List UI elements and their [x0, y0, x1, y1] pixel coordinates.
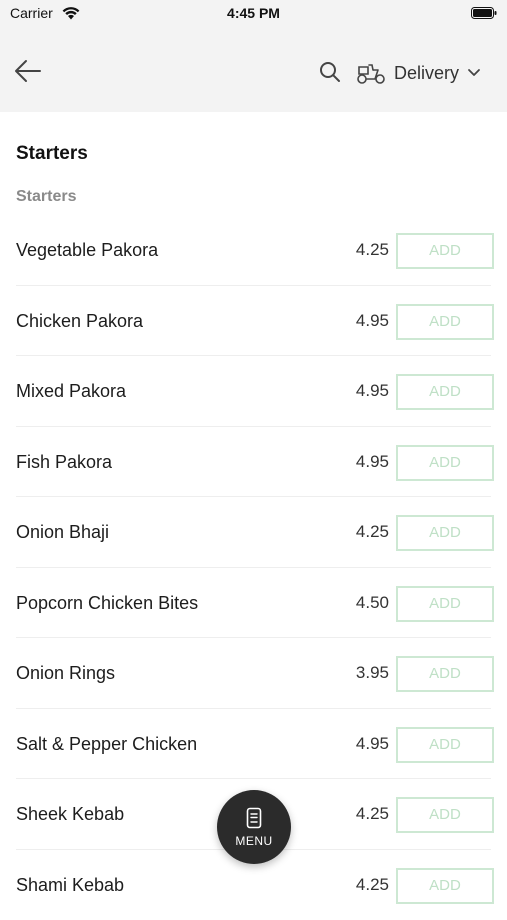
menu-item: Onion Rings 3.95 ADD	[0, 638, 507, 709]
item-price: 4.95	[356, 381, 389, 401]
item-name: Fish Pakora	[16, 452, 112, 473]
menu-item: Onion Bhaji 4.25 ADD	[0, 497, 507, 568]
menu-fab-label: MENU	[217, 834, 291, 848]
add-button[interactable]: ADD	[396, 656, 494, 692]
menu-item: Vegetable Pakora 4.25 ADD	[0, 215, 507, 286]
item-name: Shami Kebab	[16, 875, 124, 896]
menu-item: Salt & Pepper Chicken 4.95 ADD	[0, 709, 507, 780]
item-price: 3.95	[356, 663, 389, 683]
search-icon[interactable]	[318, 60, 342, 84]
menu-fab-button[interactable]: MENU	[217, 790, 291, 864]
chevron-down-icon	[467, 68, 481, 78]
add-button[interactable]: ADD	[396, 515, 494, 551]
item-price: 4.95	[356, 311, 389, 331]
item-name: Popcorn Chicken Bites	[16, 593, 198, 614]
add-button[interactable]: ADD	[396, 727, 494, 763]
item-price: 4.95	[356, 452, 389, 472]
item-name: Vegetable Pakora	[16, 240, 158, 261]
menu-item: Popcorn Chicken Bites 4.50 ADD	[0, 568, 507, 639]
add-button[interactable]: ADD	[396, 374, 494, 410]
item-price: 4.25	[356, 522, 389, 542]
battery-icon	[471, 7, 497, 19]
menu-card-icon	[246, 807, 262, 829]
item-name: Chicken Pakora	[16, 311, 143, 332]
order-mode-label: Delivery	[394, 63, 459, 84]
add-button[interactable]: ADD	[396, 304, 494, 340]
item-name: Sheek Kebab	[16, 804, 124, 825]
add-button[interactable]: ADD	[396, 233, 494, 269]
item-price: 4.25	[356, 804, 389, 824]
status-bar: Carrier 4:45 PM	[0, 0, 507, 30]
menu-item: Mixed Pakora 4.95 ADD	[0, 356, 507, 427]
section-title: Starters	[16, 143, 88, 165]
add-button[interactable]: ADD	[396, 797, 494, 833]
subsection-title: Starters	[16, 188, 76, 206]
menu-item: Fish Pakora 4.95 ADD	[0, 427, 507, 498]
clock: 4:45 PM	[0, 5, 507, 21]
order-mode-selector[interactable]: Delivery	[356, 58, 496, 88]
item-price: 4.50	[356, 593, 389, 613]
item-name: Mixed Pakora	[16, 381, 126, 402]
add-button[interactable]: ADD	[396, 868, 494, 904]
top-nav-bar: Delivery	[0, 30, 507, 112]
item-price: 4.25	[356, 875, 389, 895]
item-name: Onion Rings	[16, 663, 115, 684]
item-name: Onion Bhaji	[16, 522, 109, 543]
item-name: Salt & Pepper Chicken	[16, 734, 197, 755]
back-arrow-icon[interactable]	[12, 56, 44, 86]
add-button[interactable]: ADD	[396, 586, 494, 622]
menu-item: Chicken Pakora 4.95 ADD	[0, 286, 507, 357]
add-button[interactable]: ADD	[396, 445, 494, 481]
item-price: 4.95	[356, 734, 389, 754]
item-price: 4.25	[356, 240, 389, 260]
scooter-icon	[356, 61, 386, 85]
